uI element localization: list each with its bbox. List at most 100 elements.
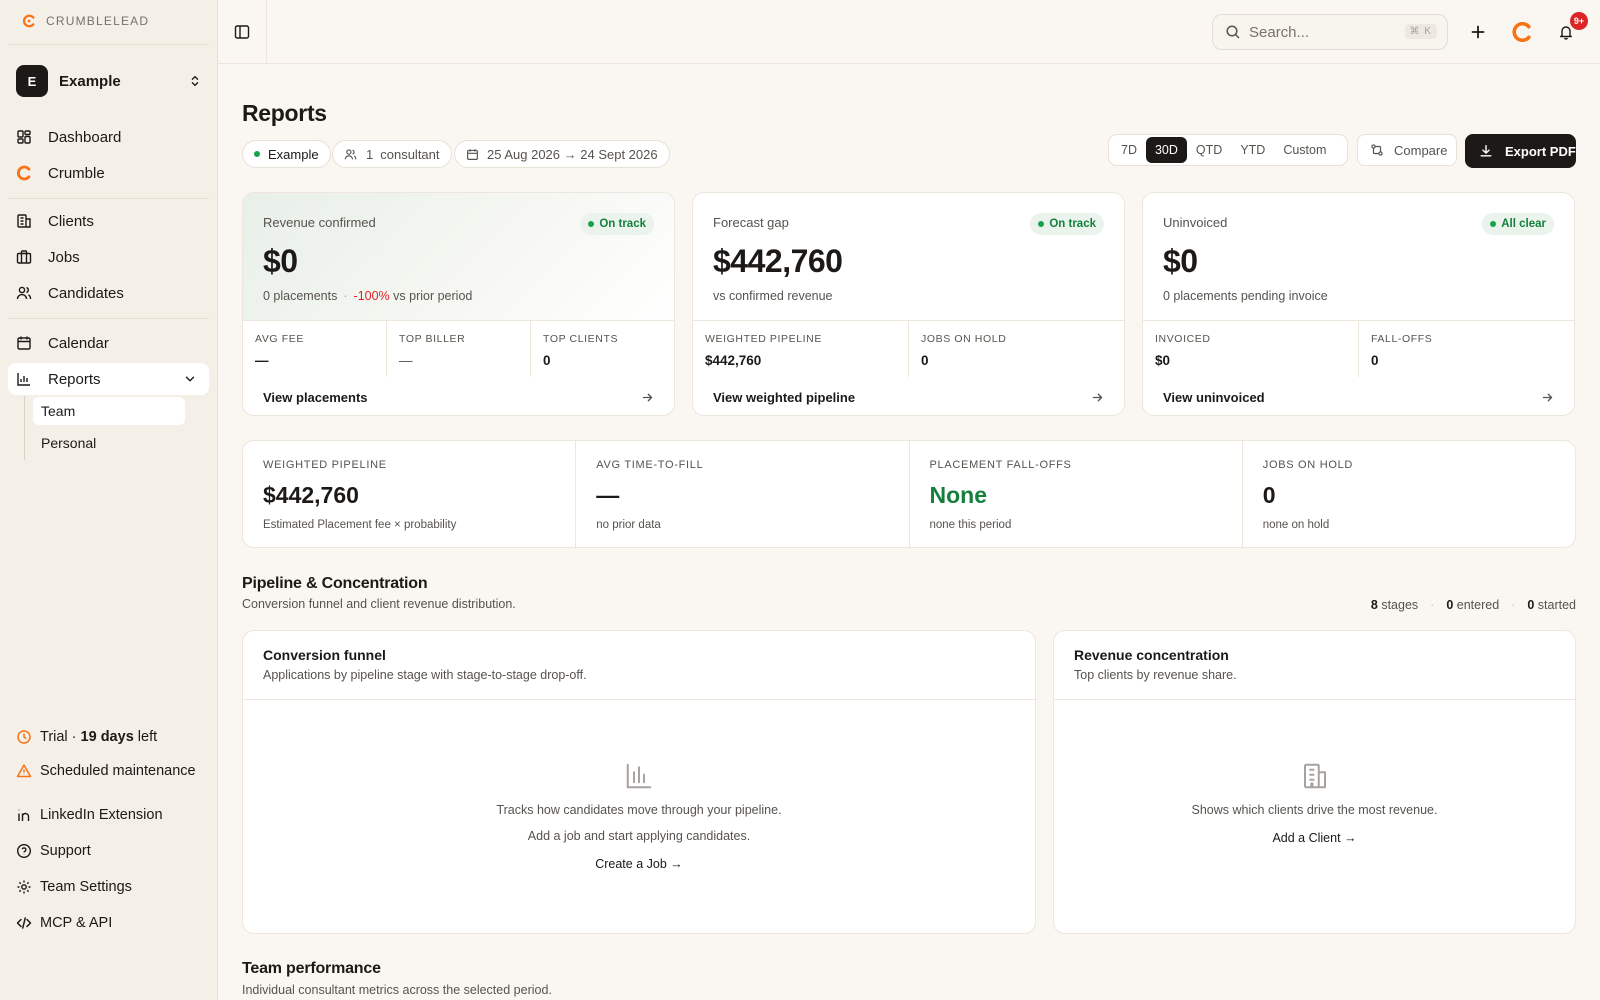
section-subtitle: Conversion funnel and client revenue dis… [242, 597, 516, 611]
view-uninvoiced-link[interactable]: View uninvoiced [1143, 377, 1574, 415]
code-icon [16, 915, 32, 931]
view-weighted-pipeline-link[interactable]: View weighted pipeline [693, 377, 1124, 415]
metric-value: — [255, 353, 269, 368]
help-circle-icon [16, 843, 32, 859]
started-count: 0 started [1527, 598, 1576, 612]
period-ytd-button[interactable]: YTD [1231, 137, 1274, 163]
bar-chart-icon [624, 761, 654, 791]
view-placements-link[interactable]: View placements [243, 377, 674, 415]
gear-icon [16, 879, 32, 895]
empty-hint: Add a job and start applying candidates. [527, 829, 751, 843]
create-job-link[interactable]: Create a Job → [595, 857, 683, 871]
period-custom-button[interactable]: Custom [1274, 137, 1335, 163]
metric-label: TOP BILLER [399, 333, 466, 345]
workspace-switcher[interactable]: E Example [16, 65, 202, 97]
count-value: 8 [1370, 598, 1378, 612]
users-icon [16, 285, 32, 301]
metric-value: — [399, 353, 413, 368]
dot-separator: · [1430, 598, 1435, 612]
stat-subtext: none on hold [1262, 519, 1330, 531]
search-input[interactable] [1249, 23, 1399, 41]
nav-label: Candidates [48, 284, 124, 302]
search-box[interactable]: ⌘ K [1212, 14, 1448, 50]
stat-placement-fall-offs: PLACEMENT FALL-OFFS None none this perio… [910, 441, 1243, 547]
trial-status[interactable]: Trial · 19 days left [8, 722, 209, 752]
consultant-filter-chip[interactable]: 1 consultant [332, 140, 452, 168]
panel-subtitle: Top clients by revenue share. [1074, 668, 1237, 682]
count-label: entered [1456, 598, 1500, 612]
panel-subtitle: Applications by pipeline stage with stag… [263, 668, 587, 682]
nav-clients[interactable]: Clients [8, 205, 209, 237]
sidebar-toggle-button[interactable] [230, 20, 254, 44]
status-badge: On track [1030, 213, 1104, 235]
support-link[interactable]: Support [8, 836, 209, 866]
briefcase-icon [16, 249, 32, 265]
nav-calendar[interactable]: Calendar [8, 327, 209, 359]
add-button[interactable] [1466, 20, 1490, 44]
linkedin-label: LinkedIn Extension [40, 807, 163, 823]
card-label: Forecast gap [713, 215, 789, 230]
placements-count: 0 placements [263, 289, 338, 303]
nav-crumble[interactable]: Crumble [8, 157, 209, 189]
period-7d-button[interactable]: 7D [1112, 137, 1146, 163]
metric-fall-offs: FALL-OFFS 0 [1359, 321, 1574, 377]
conversion-funnel-panel: Conversion funnel Applications by pipeli… [242, 630, 1036, 934]
calendar-icon [466, 148, 479, 161]
compare-label: Compare [1394, 142, 1448, 158]
stat-subtext: none this period [929, 519, 1012, 531]
maintenance-label: Scheduled maintenance [40, 763, 196, 779]
compare-icon [1370, 143, 1384, 157]
stat-avg-time-to-fill: AVG TIME-TO-FILL — no prior data [576, 441, 910, 547]
period-30d-button[interactable]: 30D [1145, 137, 1187, 163]
team-settings-link[interactable]: Team Settings [8, 872, 209, 902]
linkedin-icon [16, 807, 32, 823]
linkedin-extension-link[interactable]: LinkedIn Extension [8, 800, 209, 830]
nav-candidates[interactable]: Candidates [8, 277, 209, 309]
bar-chart-icon [16, 371, 32, 387]
metric-label: FALL-OFFS [1371, 333, 1433, 345]
card-metrics: AVG FEE — TOP BILLER — TOP CLIENTS 0 [243, 321, 674, 377]
consultant-label: consultant [380, 146, 440, 162]
mcp-api-link[interactable]: MCP & API [8, 908, 209, 938]
metric-invoiced: INVOICED $0 [1143, 321, 1359, 377]
nav-jobs[interactable]: Jobs [8, 241, 209, 273]
nav-dashboard[interactable]: Dashboard [8, 121, 209, 153]
search-shortcut: ⌘ K [1404, 24, 1437, 39]
workspace-chip[interactable]: Example [242, 140, 331, 168]
nav-reports-personal[interactable]: Personal [33, 429, 185, 457]
nav-label: Calendar [48, 334, 109, 352]
crumble-button[interactable] [1510, 20, 1534, 44]
clock-icon [16, 729, 32, 745]
link-label: View uninvoiced [1163, 389, 1265, 405]
brand[interactable]: CRUMBLELEAD [22, 14, 149, 28]
stat-value: 0 [1262, 482, 1276, 508]
card-value: $0 [263, 243, 298, 279]
crumblelead-logo-icon [22, 14, 36, 28]
sidebar: CRUMBLELEAD E Example Dashboard Crumble … [0, 0, 218, 1000]
trial-days: 19 days [80, 729, 134, 745]
metric-label: JOBS ON HOLD [921, 333, 1007, 345]
stat-label: PLACEMENT FALL-OFFS [929, 459, 1072, 471]
period-qtd-button[interactable]: QTD [1187, 137, 1231, 163]
crumble-icon [16, 165, 32, 181]
count-value: 0 [1446, 598, 1454, 612]
chevron-up-down-icon [188, 74, 202, 88]
section-title: Pipeline & Concentration [242, 575, 428, 592]
link-label: View weighted pipeline [713, 389, 856, 405]
warning-icon [16, 763, 32, 779]
nav-reports[interactable]: Reports [8, 363, 209, 395]
date-range-chip[interactable]: 25 Aug 2026 → 24 Sept 2026 [454, 140, 670, 168]
compare-button[interactable]: Compare [1357, 134, 1457, 166]
kpi-strip: WEIGHTED PIPELINE $442,760 Estimated Pla… [242, 440, 1576, 548]
workspace-name: Example [59, 72, 121, 90]
nav-reports-team[interactable]: Team [33, 397, 185, 425]
mcp-label: MCP & API [40, 915, 113, 931]
maintenance-notice[interactable]: Scheduled maintenance [8, 756, 209, 786]
export-label: Export PDF [1505, 143, 1576, 159]
dashboard-icon [16, 129, 32, 145]
date-range-label: 25 Aug 2026 → 24 Sept 2026 [487, 146, 658, 162]
export-pdf-button[interactable]: Export PDF [1465, 134, 1576, 168]
metric-label: WEIGHTED PIPELINE [705, 333, 822, 345]
add-client-link[interactable]: Add a Client → [1272, 831, 1356, 845]
change-percent: -100% [353, 289, 390, 303]
